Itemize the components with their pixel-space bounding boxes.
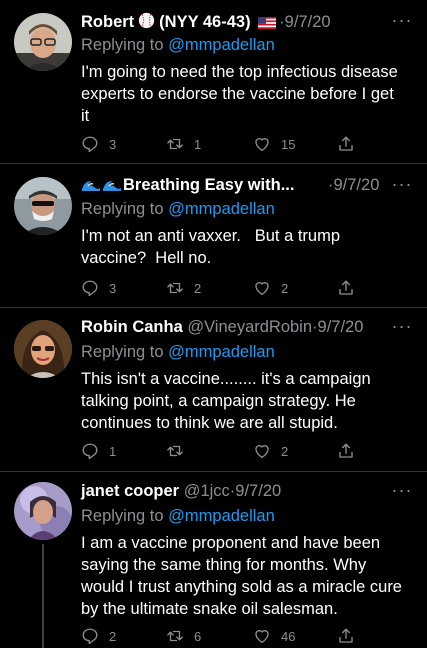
share-icon [339, 136, 353, 151]
replying-label: Replying to [81, 36, 164, 54]
like-button[interactable]: 15 [253, 134, 295, 154]
tweet[interactable]: janet cooper @1jcc·9/7/20 ··· Replying t… [0, 472, 427, 648]
display-name[interactable]: Breathing Easy with... [123, 176, 294, 194]
tweet-text: I'm not an anti vaxxer. But a trump vacc… [81, 227, 345, 267]
tweet-header: Robert (NYY 46-43) ·9/7/20 [81, 12, 331, 31]
display-name-suffix: (NYY 46-43) [159, 13, 251, 31]
like-icon [255, 445, 269, 459]
mention-link[interactable]: @mmpadellan [168, 200, 275, 218]
wave-icon [103, 181, 121, 191]
reply-button[interactable]: 3 [81, 134, 116, 154]
avatar[interactable] [14, 482, 72, 540]
tweet-text: I am a vaccine proponent and have been s… [81, 534, 402, 618]
retweet-button[interactable]: 6 [166, 626, 201, 646]
tweet-header: Breathing Easy with... ·9/7/20 [81, 176, 387, 198]
tweet-date[interactable]: 9/7/20 [235, 482, 281, 500]
tweet[interactable]: Breathing Easy with... ·9/7/20 ··· Reply… [0, 164, 427, 308]
replying-to: Replying to @mmpadellan [81, 507, 275, 526]
like-icon [255, 630, 269, 644]
tweet-actions: 2 6 46 [81, 626, 371, 646]
share-button[interactable] [337, 441, 365, 461]
like-count: 15 [281, 136, 296, 152]
tweet-date[interactable]: 9/7/20 [285, 13, 331, 31]
like-count: 2 [281, 443, 289, 459]
retweet-icon [167, 445, 183, 457]
reply-count: 3 [109, 280, 117, 296]
more-icon[interactable]: ··· [391, 175, 413, 197]
share-button[interactable] [337, 626, 365, 646]
tweet-header: janet cooper @1jcc·9/7/20 [81, 482, 282, 500]
retweet-count: 2 [194, 280, 202, 296]
mention-link[interactable]: @mmpadellan [168, 36, 275, 54]
like-count: 46 [281, 628, 296, 644]
tweet[interactable]: Robert (NYY 46-43) ·9/7/20 ··· Replying t… [0, 0, 427, 164]
share-icon [339, 280, 353, 295]
retweet-icon [167, 138, 183, 150]
reply-icon [82, 136, 98, 153]
tweet-actions: 3 1 15 [81, 134, 371, 154]
retweet-count: 1 [194, 136, 202, 152]
thread-line [42, 544, 44, 648]
mention-link[interactable]: @mmpadellan [168, 343, 275, 361]
retweet-icon [167, 282, 183, 294]
wave-icon [82, 181, 100, 191]
retweet-icon [167, 630, 183, 642]
display-name[interactable]: Robert [81, 13, 134, 31]
retweet-button[interactable] [166, 441, 194, 461]
user-handle[interactable]: @VineyardRobin [187, 318, 312, 336]
tweet-date[interactable]: 9/7/20 [318, 318, 364, 336]
more-icon[interactable]: ··· [391, 11, 413, 33]
reply-icon [82, 443, 98, 460]
like-icon [255, 282, 269, 296]
retweet-button[interactable]: 2 [166, 278, 201, 298]
replying-to: Replying to @mmpadellan [81, 200, 275, 219]
reply-button[interactable]: 1 [81, 441, 116, 461]
more-icon[interactable]: ··· [391, 317, 413, 339]
tweet-actions: 1 2 [81, 441, 371, 461]
reply-icon [82, 280, 98, 297]
reply-feed: Robert (NYY 46-43) ·9/7/20 ··· Replying t… [0, 0, 427, 648]
reply-button[interactable]: 2 [81, 626, 116, 646]
avatar[interactable] [14, 320, 72, 378]
tweet-text: This isn't a vaccine........ it's a camp… [81, 370, 371, 432]
tweet-actions: 3 2 2 [81, 278, 371, 298]
avatar[interactable] [14, 13, 72, 71]
us-flag-icon [258, 16, 277, 29]
avatar[interactable] [14, 177, 72, 235]
user-handle[interactable]: @1jcc [184, 482, 230, 500]
retweet-count: 6 [194, 628, 202, 644]
share-icon [339, 443, 353, 458]
reply-icon [82, 628, 98, 645]
reply-count: 1 [109, 443, 117, 459]
share-button[interactable] [337, 278, 365, 298]
display-name[interactable]: Robin Canha [81, 318, 183, 336]
replying-label: Replying to [81, 343, 164, 361]
mention-link[interactable]: @mmpadellan [168, 507, 275, 525]
share-button[interactable] [337, 134, 365, 154]
retweet-button[interactable]: 1 [166, 134, 201, 154]
replying-to: Replying to @mmpadellan [81, 343, 275, 362]
replying-label: Replying to [81, 200, 164, 218]
reply-count: 3 [109, 136, 117, 152]
like-button[interactable]: 2 [253, 441, 288, 461]
reply-count: 2 [109, 628, 117, 644]
replying-to: Replying to @mmpadellan [81, 36, 275, 55]
like-count: 2 [281, 280, 289, 296]
share-icon [339, 628, 353, 643]
baseball-icon [139, 12, 155, 29]
like-button[interactable]: 2 [253, 278, 288, 298]
replying-label: Replying to [81, 507, 164, 525]
tweet-date[interactable]: 9/7/20 [334, 176, 380, 194]
tweet-header: Robin Canha @VineyardRobin·9/7/20 [81, 318, 364, 336]
tweet-text: I'm going to need the top infectious dis… [81, 63, 398, 125]
display-name[interactable]: janet cooper [81, 482, 179, 500]
like-icon [255, 138, 269, 152]
more-icon[interactable]: ··· [391, 481, 413, 503]
reply-button[interactable]: 3 [81, 278, 116, 298]
like-button[interactable]: 46 [253, 626, 295, 646]
tweet[interactable]: Robin Canha @VineyardRobin·9/7/20 ··· Re… [0, 308, 427, 472]
